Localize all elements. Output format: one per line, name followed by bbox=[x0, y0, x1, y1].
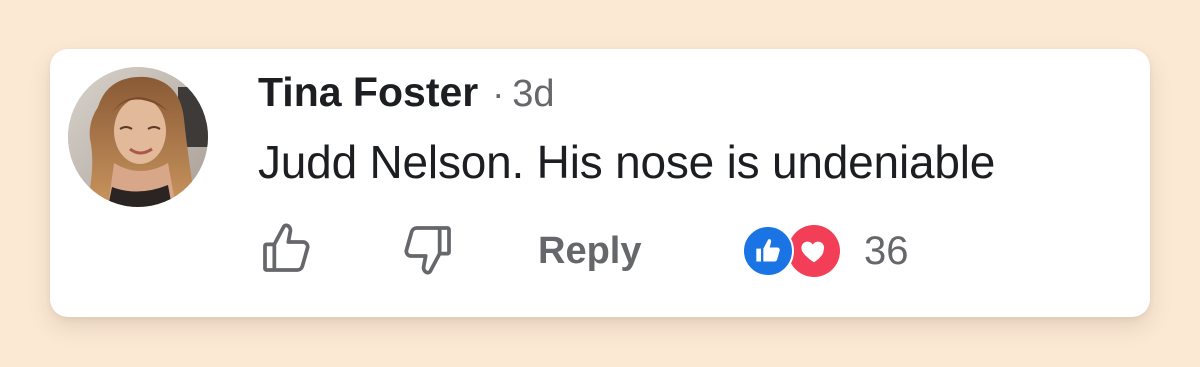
comment-header: Tina Foster · 3d bbox=[258, 69, 555, 121]
love-reaction-icon bbox=[788, 225, 840, 277]
like-reaction-icon bbox=[742, 225, 794, 277]
reaction-icons bbox=[742, 223, 850, 279]
avatar[interactable] bbox=[68, 67, 208, 207]
avatar-photo bbox=[68, 67, 208, 207]
reaction-count: 36 bbox=[864, 228, 909, 273]
separator-dot: · bbox=[492, 73, 505, 114]
thumbs-up-filled-icon bbox=[756, 239, 780, 262]
reactions-summary[interactable]: 36 bbox=[742, 223, 909, 279]
reply-button[interactable]: Reply bbox=[538, 225, 641, 277]
timestamp[interactable]: 3d bbox=[512, 73, 554, 116]
comment-text: Judd Nelson. His nose is undeniable bbox=[258, 136, 996, 188]
thumbs-up-icon bbox=[263, 223, 310, 272]
heart-icon bbox=[801, 241, 825, 263]
thumbs-down-icon bbox=[404, 226, 451, 275]
comment-card: Tina Foster · 3d Judd Nelson. His nose i… bbox=[50, 49, 1150, 317]
dislike-button[interactable] bbox=[398, 219, 458, 279]
author-name[interactable]: Tina Foster bbox=[258, 69, 478, 116]
like-button[interactable] bbox=[256, 219, 316, 279]
